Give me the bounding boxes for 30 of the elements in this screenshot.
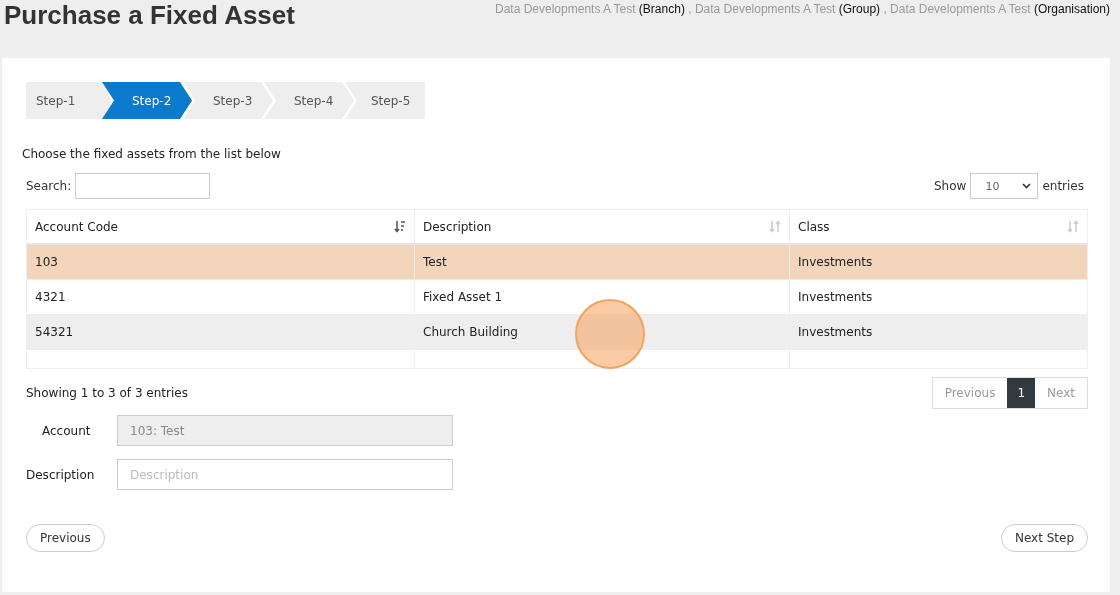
description-label: Description xyxy=(26,467,96,482)
table-cell[interactable]: 103 xyxy=(26,244,415,280)
step-tab[interactable]: Step-3 xyxy=(183,82,273,119)
sort-icon xyxy=(1067,220,1079,233)
table-cell[interactable]: Investments xyxy=(789,314,1088,350)
search-field[interactable] xyxy=(75,173,211,199)
table-cell[interactable]: 54321 xyxy=(26,314,415,350)
next-step-button[interactable]: Next Step xyxy=(1000,524,1088,552)
show-label: Show xyxy=(934,179,967,193)
page-button[interactable]: 1 xyxy=(1007,378,1036,408)
previous-button[interactable]: Previous xyxy=(26,524,105,552)
table-cell[interactable]: Church Building xyxy=(414,314,790,350)
account-label: Account xyxy=(41,423,92,438)
entries-select[interactable]: 10 xyxy=(970,173,1039,199)
entries-info: Showing 1 to 3 of 3 entries xyxy=(26,386,188,400)
search-label: Search: xyxy=(26,179,72,193)
description-field[interactable]: Description xyxy=(117,459,453,490)
sort-icon xyxy=(394,220,406,233)
table-cell[interactable]: Test xyxy=(414,244,790,280)
page-title: Purchase a Fixed Asset xyxy=(4,0,295,30)
chevron-icon xyxy=(1022,183,1032,189)
step-tab[interactable]: Step-2 xyxy=(102,82,192,119)
step-tab[interactable]: Step-5 xyxy=(345,82,425,119)
table-cell[interactable]: Investments xyxy=(789,244,1088,280)
step-tab[interactable]: Step-4 xyxy=(264,82,354,119)
context-line: Data Developments A Test (Branch) , Data Developments A Test (Group) , Data Developments A Test (Organisation) xyxy=(495,2,1110,16)
entries-label: entries xyxy=(1042,179,1084,193)
sort-icon xyxy=(769,220,781,233)
instruction-text: Choose the fixed assets from the list below xyxy=(22,147,282,161)
step-tab[interactable]: Step-1 xyxy=(26,82,111,119)
